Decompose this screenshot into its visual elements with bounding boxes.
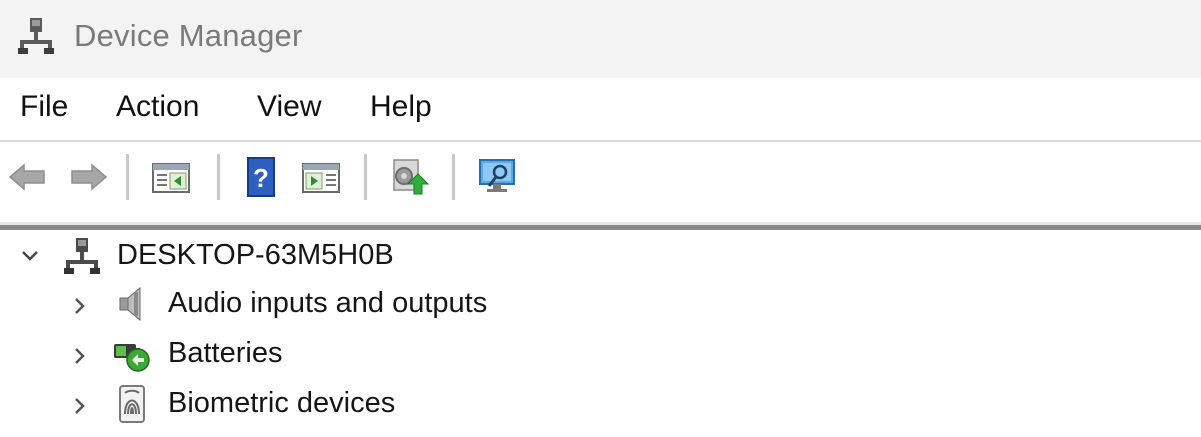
update-driver-icon xyxy=(393,159,430,195)
update-driver-button[interactable] xyxy=(388,156,430,198)
menu-action[interactable]: Action xyxy=(114,90,201,124)
menu-view[interactable]: View xyxy=(255,90,323,124)
title-bar[interactable]: Device Manager xyxy=(0,0,1201,78)
tree-item-batteries[interactable]: Batteries xyxy=(0,332,1201,376)
chevron-down-icon[interactable] xyxy=(20,246,40,266)
menu-bar: File Action View Help xyxy=(0,78,1201,140)
forward-button[interactable] xyxy=(68,156,110,198)
menu-file[interactable]: File xyxy=(18,90,70,124)
tree-root-node[interactable]: DESKTOP-63M5H0B xyxy=(0,234,1201,278)
tree-root-label: DESKTOP-63M5H0B xyxy=(117,239,394,271)
toolbar: ? xyxy=(0,140,1201,208)
toolbar-separator xyxy=(364,154,367,200)
tree-item-label: Batteries xyxy=(168,337,283,369)
chevron-right-icon[interactable] xyxy=(70,396,90,416)
chevron-right-icon[interactable] xyxy=(70,296,90,316)
computer-network-icon xyxy=(16,16,56,56)
chevron-right-icon[interactable] xyxy=(70,346,90,366)
tree-item-label: Audio inputs and outputs xyxy=(168,287,488,319)
pane-border xyxy=(0,225,1201,230)
computer-network-icon xyxy=(62,236,102,276)
forward-arrow-icon xyxy=(71,163,108,191)
tree-item-biometric[interactable]: Biometric devices xyxy=(0,382,1201,426)
svg-text:?: ? xyxy=(253,163,269,193)
speaker-icon xyxy=(112,284,152,324)
toolbar-separator xyxy=(452,154,455,200)
show-hide-console-tree-icon xyxy=(152,163,190,193)
show-hide-action-pane-icon xyxy=(302,163,340,193)
window-title: Device Manager xyxy=(74,18,303,53)
show-hide-console-tree-button[interactable] xyxy=(150,156,192,198)
back-arrow-icon xyxy=(8,163,45,191)
help-icon: ? xyxy=(247,157,275,197)
scan-hardware-changes-button[interactable] xyxy=(476,156,518,198)
tree-item-audio[interactable]: Audio inputs and outputs xyxy=(0,282,1201,326)
battery-icon xyxy=(110,334,150,374)
help-button[interactable]: ? xyxy=(240,156,282,198)
toolbar-separator xyxy=(217,154,220,200)
scan-hardware-changes-icon xyxy=(479,159,515,192)
back-button[interactable] xyxy=(6,156,48,198)
show-hide-action-pane-button[interactable] xyxy=(300,156,342,198)
device-manager-window: Device Manager File Action View Help ? D… xyxy=(0,0,1201,437)
toolbar-separator xyxy=(126,154,129,200)
tree-item-label: Biometric devices xyxy=(168,387,396,419)
device-tree[interactable]: DESKTOP-63M5H0B Audio inputs and outputs xyxy=(0,232,1201,437)
menu-help[interactable]: Help xyxy=(368,90,434,124)
fingerprint-icon xyxy=(112,384,152,424)
